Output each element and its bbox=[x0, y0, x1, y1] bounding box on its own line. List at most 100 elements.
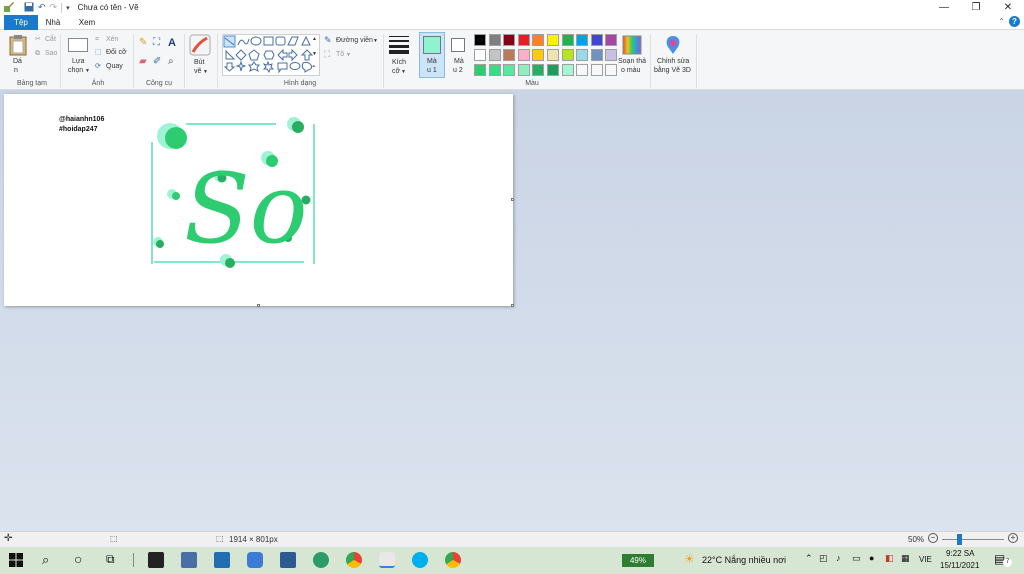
tab-file[interactable]: Tệp bbox=[4, 15, 38, 30]
color-swatch[interactable] bbox=[590, 49, 603, 61]
brushes-dropdown-icon[interactable]: ▼ bbox=[203, 68, 208, 76]
color-swatch[interactable] bbox=[474, 64, 486, 76]
color-swatch[interactable] bbox=[576, 64, 589, 76]
edit-colors-icon[interactable] bbox=[622, 35, 642, 55]
maximize-button[interactable]: ❐ bbox=[960, 0, 992, 15]
outline-button[interactable]: Đường viền bbox=[336, 37, 373, 45]
color2-label-bottom[interactable]: u 2 bbox=[453, 67, 463, 75]
media-app-icon[interactable] bbox=[148, 552, 164, 568]
help-icon[interactable]: ? bbox=[1009, 16, 1020, 27]
color-swatch[interactable] bbox=[576, 49, 589, 61]
color-swatch[interactable] bbox=[561, 49, 574, 61]
zoom-slider-thumb[interactable] bbox=[957, 534, 962, 545]
calculator-icon[interactable] bbox=[181, 552, 197, 568]
color-swatch[interactable] bbox=[503, 64, 516, 76]
cut-button[interactable]: Cắt bbox=[45, 36, 56, 44]
resize-handle-corner[interactable] bbox=[511, 304, 514, 307]
color-swatch[interactable] bbox=[590, 34, 603, 46]
microphone-icon[interactable]: ● bbox=[869, 553, 874, 563]
select-dropdown-icon[interactable]: ▼ bbox=[85, 67, 90, 75]
paint3d-label-bottom[interactable]: bằng Vẽ 3D bbox=[654, 67, 691, 75]
start-windows-icon[interactable] bbox=[8, 552, 24, 568]
outline-dropdown-icon[interactable]: ▼ bbox=[373, 37, 378, 45]
clock-time[interactable]: 9:22 SA bbox=[946, 549, 974, 558]
color-swatch[interactable] bbox=[605, 64, 618, 76]
resize-handle-right[interactable] bbox=[511, 198, 514, 201]
size-icon[interactable] bbox=[388, 35, 410, 55]
power-icon[interactable]: ▭ bbox=[852, 553, 861, 564]
color-swatch[interactable] bbox=[517, 34, 530, 46]
save-icon[interactable] bbox=[24, 2, 34, 14]
chrome-profile-icon[interactable] bbox=[445, 552, 461, 568]
mail-icon[interactable] bbox=[214, 552, 230, 568]
color-swatch[interactable] bbox=[605, 34, 618, 46]
color-swatch[interactable] bbox=[474, 34, 486, 46]
paint3d-label-top[interactable]: Chỉnh sửa bbox=[657, 58, 689, 66]
rotate-button[interactable]: Quay bbox=[106, 63, 123, 71]
fill-icon[interactable]: ⛶ bbox=[153, 38, 160, 48]
size-label-bottom[interactable]: cỡ bbox=[392, 68, 400, 76]
shapes-icons[interactable] bbox=[223, 35, 321, 77]
select-label-top[interactable]: Lựa bbox=[72, 58, 84, 66]
cortana-icon[interactable]: ○ bbox=[74, 551, 82, 567]
color-swatch[interactable] bbox=[532, 49, 545, 61]
crop-button[interactable]: Xén bbox=[106, 36, 118, 44]
size-label-top[interactable]: Kích bbox=[392, 59, 406, 67]
keyboard-icon[interactable]: ▦ bbox=[901, 553, 910, 564]
skype-icon[interactable] bbox=[412, 552, 428, 568]
edge-icon[interactable] bbox=[313, 552, 329, 568]
resize-button[interactable]: Đổi cỡ bbox=[106, 49, 127, 57]
color1-label-bottom[interactable]: u 1 bbox=[427, 67, 437, 75]
paint-taskbar-icon[interactable] bbox=[379, 552, 395, 568]
zoom-slider-track[interactable] bbox=[942, 539, 1004, 540]
drawing-canvas[interactable]: @haianhn106 #hoidap247 So bbox=[4, 94, 514, 307]
color1-swatch[interactable] bbox=[423, 36, 441, 54]
tab-home[interactable]: Nhà bbox=[42, 15, 64, 30]
chrome-icon[interactable] bbox=[346, 552, 362, 568]
brushes-label-bottom[interactable]: vẽ bbox=[194, 68, 201, 76]
language-indicator[interactable]: VIE bbox=[919, 555, 932, 564]
copy-button[interactable]: Sao bbox=[45, 50, 57, 58]
tab-view[interactable]: Xem bbox=[74, 15, 100, 30]
shapes-scroll-down-icon[interactable]: ▼ bbox=[312, 50, 317, 58]
battery-percentage[interactable]: 49% bbox=[622, 554, 654, 567]
color-swatch[interactable] bbox=[532, 64, 545, 76]
task-view-icon[interactable]: ⧉ bbox=[106, 552, 115, 567]
zoom-app-icon[interactable] bbox=[247, 552, 263, 568]
zoom-in-button[interactable]: + bbox=[1008, 533, 1018, 543]
color-swatch[interactable] bbox=[488, 64, 501, 76]
color-swatch[interactable] bbox=[488, 49, 501, 61]
edit-colors-label-top[interactable]: Soạn thả bbox=[618, 58, 646, 66]
brushes-icon[interactable] bbox=[189, 34, 211, 56]
search-icon[interactable]: ⌕ bbox=[42, 552, 49, 568]
text-icon[interactable]: A bbox=[168, 38, 176, 49]
photos-icon[interactable] bbox=[280, 552, 296, 568]
close-button[interactable]: ✕ bbox=[992, 0, 1024, 15]
show-hidden-icons[interactable]: ⌃ bbox=[805, 553, 813, 564]
fill-shape-button[interactable]: Tô bbox=[336, 51, 344, 59]
color1-label-top[interactable]: Mà bbox=[427, 58, 437, 66]
color-swatch[interactable] bbox=[547, 64, 559, 76]
edit-colors-label-bottom[interactable]: o màu bbox=[621, 67, 640, 75]
paste-icon[interactable] bbox=[9, 34, 27, 56]
eraser-icon[interactable]: ▰ bbox=[139, 57, 147, 67]
redo-icon[interactable]: ↷ bbox=[50, 2, 58, 13]
collapse-ribbon-icon[interactable]: ⌃ bbox=[998, 17, 1005, 26]
color-swatch[interactable] bbox=[517, 64, 530, 76]
volume-icon[interactable]: ♪ bbox=[836, 553, 841, 563]
paint3d-icon[interactable] bbox=[664, 35, 682, 55]
magnifier-icon[interactable]: ⌕ bbox=[168, 57, 174, 67]
color-swatch[interactable] bbox=[561, 34, 574, 46]
color2-label-top[interactable]: Mà bbox=[454, 58, 464, 66]
select-icon[interactable] bbox=[68, 38, 88, 52]
color-swatch[interactable] bbox=[488, 34, 501, 46]
pencil-icon[interactable]: ✎ bbox=[139, 38, 147, 48]
network-icon[interactable]: ◰ bbox=[819, 553, 828, 564]
zoom-out-button[interactable]: − bbox=[928, 533, 938, 543]
color-swatch[interactable] bbox=[547, 34, 559, 46]
color-swatch[interactable] bbox=[517, 49, 530, 61]
antivirus-icon[interactable]: ◧ bbox=[885, 553, 894, 564]
color-swatch[interactable] bbox=[590, 64, 603, 76]
select-label-bottom[interactable]: chọn bbox=[68, 67, 83, 75]
shapes-scroll-up-icon[interactable]: ▲ bbox=[312, 35, 317, 43]
